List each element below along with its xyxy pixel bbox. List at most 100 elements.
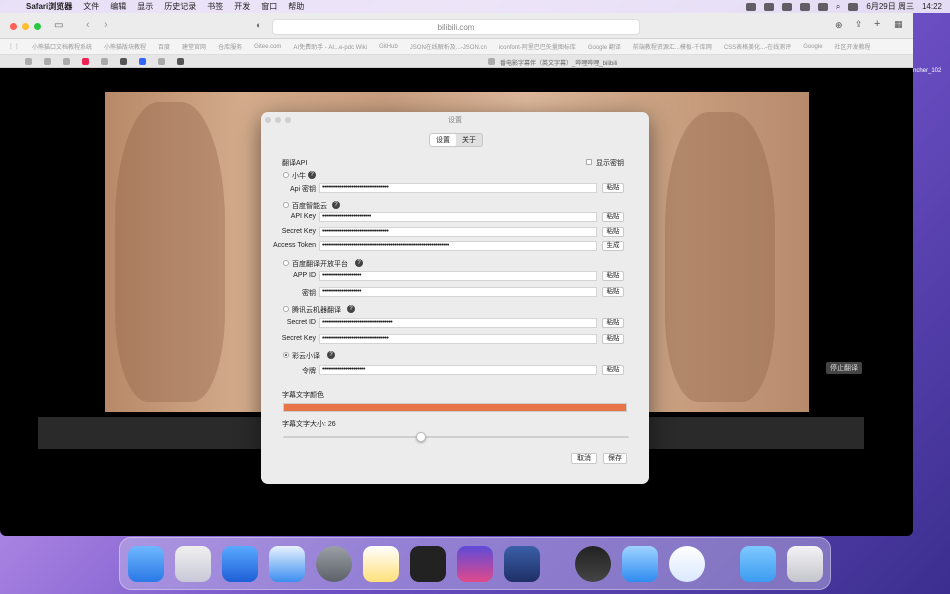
forward-icon[interactable]: › [104,19,108,31]
help-icon[interactable]: ? [327,351,335,359]
menu-window[interactable]: 窗口 [261,1,277,12]
safari-icon[interactable] [269,546,305,582]
tab-settings[interactable]: 设置 [430,134,456,146]
tencent-secret-key-input[interactable]: •••••••••••••••••••••••••••••••••• [319,334,597,344]
caiyun-token-input[interactable]: •••••••••••••••••••••• [319,365,597,375]
bookmark-item[interactable]: Google [803,44,822,50]
show-key-checkbox[interactable] [586,159,592,165]
zoom-window-button[interactable] [34,23,41,30]
tab-about[interactable]: 关于 [456,134,482,146]
font-size-slider-knob[interactable] [416,432,426,442]
bookmark-item[interactable]: CSS表格美化...-在线测评 [724,42,791,51]
word-icon[interactable] [669,546,705,582]
xcode-icon[interactable] [222,546,258,582]
menu-view[interactable]: 显示 [137,1,153,12]
share-icon[interactable]: ⇪ [855,19,863,30]
subtitle-color-well[interactable] [283,403,627,412]
bookmark-item[interactable]: Google 翻译 [588,42,621,51]
wifi-icon[interactable] [817,2,828,11]
help-icon[interactable]: ? [355,259,363,267]
paste-button[interactable]: 粘贴 [602,212,624,222]
app-icon[interactable] [504,546,540,582]
baidu-secret-input[interactable]: •••••••••••••••••••• [319,287,597,297]
tab-overview-icon[interactable]: ▦ [894,19,903,30]
pinned-tab-icon[interactable] [139,58,146,65]
menu-app-name[interactable]: Safari浏览器 [26,1,72,12]
radio-caiyun[interactable] [283,352,289,358]
help-icon[interactable]: ? [308,171,316,179]
menu-history[interactable]: 历史记录 [164,1,196,12]
system-preferences-icon[interactable] [316,546,352,582]
bookmark-item[interactable]: 前端教程资源汇...模板-千库网 [633,42,712,51]
menubar-time[interactable]: 14:22 [922,2,942,11]
qq-icon[interactable] [575,546,611,582]
launchpad-icon[interactable] [175,546,211,582]
bookmark-item[interactable]: 百度 [158,42,170,51]
pinned-tab-icon[interactable] [101,58,108,65]
generate-button[interactable]: 生成 [602,241,624,251]
pinned-tab-icon[interactable] [63,58,70,65]
help-icon[interactable]: ? [332,201,340,209]
paste-button[interactable]: 粘贴 [602,334,624,344]
menu-file[interactable]: 文件 [83,1,99,12]
bookmark-item[interactable]: JSON在线解析及...-JSON.cn [410,42,487,51]
menu-help[interactable]: 帮助 [288,1,304,12]
bookmark-item[interactable]: iconfont-阿里巴巴矢量图标库 [499,42,576,51]
xiaoniu-api-key-input[interactable]: •••••••••••••••••••••••••••••••••• [319,183,597,193]
paste-button[interactable]: 粘贴 [602,318,624,328]
paste-button[interactable]: 粘贴 [602,287,624,297]
search-icon[interactable]: ⌕ [836,2,840,12]
pinned-tab-icon[interactable] [25,58,32,65]
status-app-icon[interactable] [763,2,774,11]
bookmark-item[interactable]: AI免费助手 - AI...e-pdc Wiki [293,42,367,51]
address-bar[interactable]: bilibili.com [272,19,640,35]
bookmark-item[interactable]: 小熊猫口文档教程系统 [32,42,92,51]
tencent-secret-id-input[interactable]: •••••••••••••••••••••••••••••••••••• [319,318,597,328]
sidebar-icon[interactable]: ▭ [54,20,63,31]
menu-develop[interactable]: 开发 [234,1,250,12]
minimize-window-button[interactable] [22,23,29,30]
radio-tencent[interactable] [283,306,289,312]
help-icon[interactable]: ? [347,305,355,313]
menubar-date[interactable]: 6月29日 周三 [866,1,914,12]
radio-baidu-fanyi[interactable] [283,260,289,266]
download-icon[interactable]: ⊕ [835,20,843,31]
pinned-tab-icon[interactable] [44,58,51,65]
menu-edit[interactable]: 编辑 [110,1,126,12]
bookmark-item[interactable]: 社区开发教程 [835,42,871,51]
new-tab-icon[interactable]: + [874,18,880,30]
radio-xiaoniu[interactable] [283,172,289,178]
baidu-appid-input[interactable]: •••••••••••••••••••• [319,271,597,281]
bookmark-item[interactable]: Gitee.com [254,44,281,50]
baidu-api-key-input[interactable]: ••••••••••••••••••••••••• [319,212,597,222]
battery-icon[interactable] [799,2,810,11]
control-center-icon[interactable] [848,2,859,11]
baidu-secret-key-input[interactable]: •••••••••••••••••••••••••••••••••• [319,227,597,237]
notes-icon[interactable] [363,546,399,582]
terminal-icon[interactable] [410,546,446,582]
bookmark-item[interactable]: 小熊猫版块教程 [104,42,146,51]
downloads-folder-icon[interactable] [740,546,776,582]
back-icon[interactable]: ‹ [86,19,90,31]
apps-grid-icon[interactable]: ⋮⋮ [8,43,20,50]
paste-button[interactable]: 粘贴 [602,227,624,237]
bookmark-item[interactable]: GitHub [379,44,398,50]
paste-button[interactable]: 粘贴 [602,271,624,281]
bookmark-item[interactable]: 建堂官网 [182,42,206,51]
paste-button[interactable]: 粘贴 [602,365,624,375]
radio-baidu-cloud[interactable] [283,202,289,208]
pinned-tab-icon[interactable] [158,58,165,65]
trash-icon[interactable] [787,546,823,582]
shortcuts-icon[interactable] [457,546,493,582]
active-tab-title[interactable]: 番电影字幕伴（英文字幕）_哔哩哔哩_bilibili [500,58,617,67]
stop-translation-button[interactable]: 停止翻译 [826,362,862,374]
save-button[interactable]: 保存 [603,453,627,464]
finder-icon[interactable] [128,546,164,582]
baidu-access-token-input[interactable]: ••••••••••••••••••••••••••••••••••••••••… [319,241,597,251]
pinned-tab-icon[interactable] [120,58,127,65]
privacy-shield-icon[interactable]: ◐ [256,20,261,30]
status-app-icon[interactable] [781,2,792,11]
bookmark-item[interactable]: 仓库服务 [218,42,242,51]
pinned-tab-icon[interactable] [177,58,184,65]
pinned-tab-icon[interactable] [82,58,89,65]
